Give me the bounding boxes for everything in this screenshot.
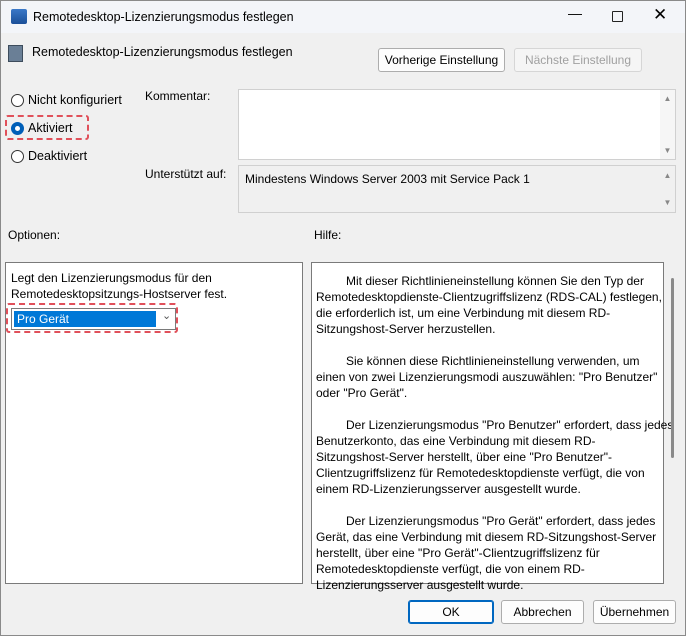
help-line: herstellt, über eine "Pro Gerät"-Clientz… [316,546,600,560]
help-line: Der Lizenzierungsmodus "Pro Benutzer" er… [346,418,674,432]
radio-label: Nicht konfiguriert [28,93,122,107]
next-setting-button[interactable]: Nächste Einstellung [514,48,642,72]
help-line: Remotedesktopdienste-Clientzugriffslizen… [316,290,662,304]
radio-circle[interactable] [11,149,24,163]
supported-label: Unterstützt auf: [145,167,227,181]
supported-scrollbar[interactable]: ▲ ▼ [660,167,675,211]
comment-input[interactable] [238,89,676,160]
window-title: Remotedesktop-Lizenzierungsmodus festleg… [33,10,294,24]
supported-value: Mindestens Windows Server 2003 mit Servi… [245,172,530,186]
help-line: Mit dieser Richtlinieneinstellung können… [346,274,644,288]
previous-setting-button[interactable]: Vorherige Einstellung [378,48,505,72]
help-paragraph: Der Lizenzierungsmodus "Pro Benutzer" er… [316,417,674,497]
highlight-enabled [5,115,89,140]
help-line: Lizenzierungsserver ausgestellt wurde. [316,578,524,592]
radio-not-configured[interactable]: Nicht konfiguriert [11,93,122,107]
policy-dialog: Remotedesktop-Lizenzierungsmodus festleg… [0,0,686,636]
title-bar: Remotedesktop-Lizenzierungsmodus festleg… [1,1,685,33]
help-line: einem RD-Lizenzierungsserver ausgestellt… [316,482,581,496]
help-paragraph: Mit dieser Richtlinieneinstellung können… [316,273,663,337]
help-label: Hilfe: [314,228,342,242]
help-scrollbar-thumb[interactable] [671,278,674,458]
maximize-icon[interactable] [612,11,623,22]
help-line: oder "Pro Gerät". [316,386,408,400]
help-line: Sie können diese Richtlinieneinstellung … [346,354,640,368]
radio-disabled[interactable]: Deaktiviert [11,149,87,163]
radio-label: Deaktiviert [28,149,88,163]
policy-title: Remotedesktop-Lizenzierungsmodus festleg… [32,45,293,59]
help-line: Sitzungshost-Server herstellt, über eine… [316,450,612,464]
cancel-button[interactable]: Abbrechen [501,600,584,624]
help-paragraph: Sie können diese Richtlinieneinstellung … [316,353,663,401]
comment-scrollbar[interactable]: ▲ ▼ [660,90,675,159]
radio-circle[interactable] [11,93,24,107]
ok-button[interactable]: OK [408,600,494,624]
options-description-1: Legt den Lizenzierungsmodus für den [11,271,212,285]
apply-button[interactable]: Übernehmen [593,600,676,624]
options-label: Optionen: [8,228,61,242]
minimize-icon[interactable]: — [563,5,587,29]
help-line: die erforderlich ist, um eine Verbindung… [316,306,611,320]
policy-icon [8,45,23,62]
help-paragraph: Der Lizenzierungsmodus "Pro Gerät" erfor… [316,513,663,593]
comment-label: Kommentar: [145,89,211,103]
help-panel: Mit dieser Richtlinieneinstellung können… [311,262,674,592]
help-line: Gerät, das eine Verbindung mit diesem RD… [316,530,657,544]
help-line: Benutzerkonto, das eine Verbindung mit d… [316,434,596,448]
close-icon[interactable]: ✕ [653,5,667,25]
app-icon [11,9,27,24]
options-description-2: Remotedesktopsitzungs-Hostserver fest. [11,287,228,301]
help-line: Der Lizenzierungsmodus "Pro Gerät" erfor… [346,514,656,528]
help-line: Clientzugriffslizenz für Remotedesktopdi… [316,466,645,480]
help-line: einen von zwei Lizenzierungsmodi auszuwä… [316,370,658,384]
help-line: Remotedesktopdienste verfügt, die von ei… [316,562,585,576]
supported-field: Mindestens Windows Server 2003 mit Servi… [238,165,676,213]
help-line: Sitzungshost-Server herzustellen. [316,322,496,336]
highlight-select [6,303,178,333]
